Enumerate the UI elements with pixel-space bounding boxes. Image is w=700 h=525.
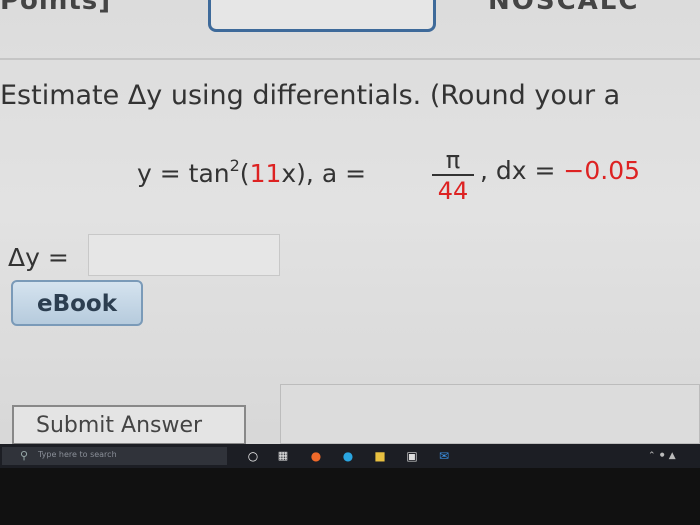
formula-exponent: 2: [229, 156, 240, 175]
fraction-bar: [432, 174, 474, 176]
file-explorer-icon[interactable]: ■: [372, 448, 388, 464]
system-tray[interactable]: ⌃ ⚫ ▲: [648, 451, 676, 461]
submit-answer-label: Submit Answer: [36, 413, 203, 438]
details-button[interactable]: [208, 0, 436, 32]
submit-answer-button[interactable]: Submit Answer: [12, 405, 246, 445]
top-header: Points] NOSCALC: [0, 0, 700, 40]
search-placeholder: Type here to search: [38, 450, 117, 459]
my-notes-label: NOSCALC: [488, 0, 640, 16]
question-prompt: Estimate Δy using differentials. (Round …: [0, 80, 621, 111]
dx-value: −0.05: [563, 156, 641, 185]
divider: [0, 58, 700, 60]
fraction-numerator: π: [445, 146, 461, 174]
task-view-icon[interactable]: ▦: [275, 448, 291, 464]
formula-dx: , dx = −0.05: [480, 156, 640, 185]
fraction-denominator: 44: [437, 177, 469, 205]
formula-coefficient: 11: [249, 159, 282, 188]
store-icon[interactable]: ▣: [404, 448, 420, 464]
taskbar-search-input[interactable]: ⚲ Type here to search: [2, 447, 227, 465]
mail-icon[interactable]: ✉: [436, 448, 452, 464]
firefox-icon[interactable]: ●: [308, 448, 324, 464]
formula-lhs: y = tan: [137, 159, 230, 188]
dx-prefix: , dx =: [480, 156, 564, 185]
screen-bezel: [0, 468, 700, 525]
edge-icon[interactable]: ●: [340, 448, 356, 464]
ebook-button[interactable]: eBook: [11, 280, 143, 326]
cortana-icon[interactable]: ○: [245, 448, 261, 464]
formula-after-coefficient: x), a =: [281, 159, 367, 188]
side-panel-box: [280, 384, 700, 444]
points-label: Points]: [0, 0, 112, 16]
search-icon: ⚲: [20, 449, 29, 462]
delta-y-input[interactable]: [88, 234, 280, 276]
formula-open-paren: (: [239, 159, 250, 188]
delta-y-label: Δy =: [8, 243, 69, 272]
formula: y = tan2(11x), a =: [137, 156, 366, 188]
formula-fraction: π 44: [430, 147, 476, 205]
